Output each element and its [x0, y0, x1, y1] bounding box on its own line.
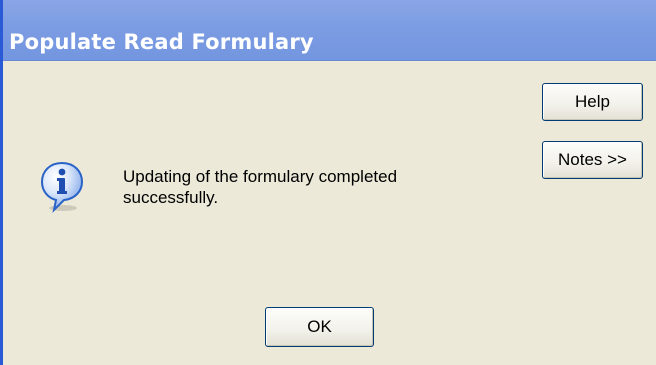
notes-button[interactable]: Notes >>	[542, 141, 643, 179]
window-title: Populate Read Formulary	[9, 30, 314, 54]
title-bar[interactable]: Populate Read Formulary	[3, 0, 656, 61]
help-button[interactable]: Help	[542, 83, 643, 121]
dialog-window: Populate Read Formulary Updating of the …	[0, 0, 656, 365]
ok-button[interactable]: OK	[265, 307, 374, 347]
message-text: Updating of the formulary completed succ…	[123, 167, 398, 207]
information-icon	[39, 160, 85, 214]
